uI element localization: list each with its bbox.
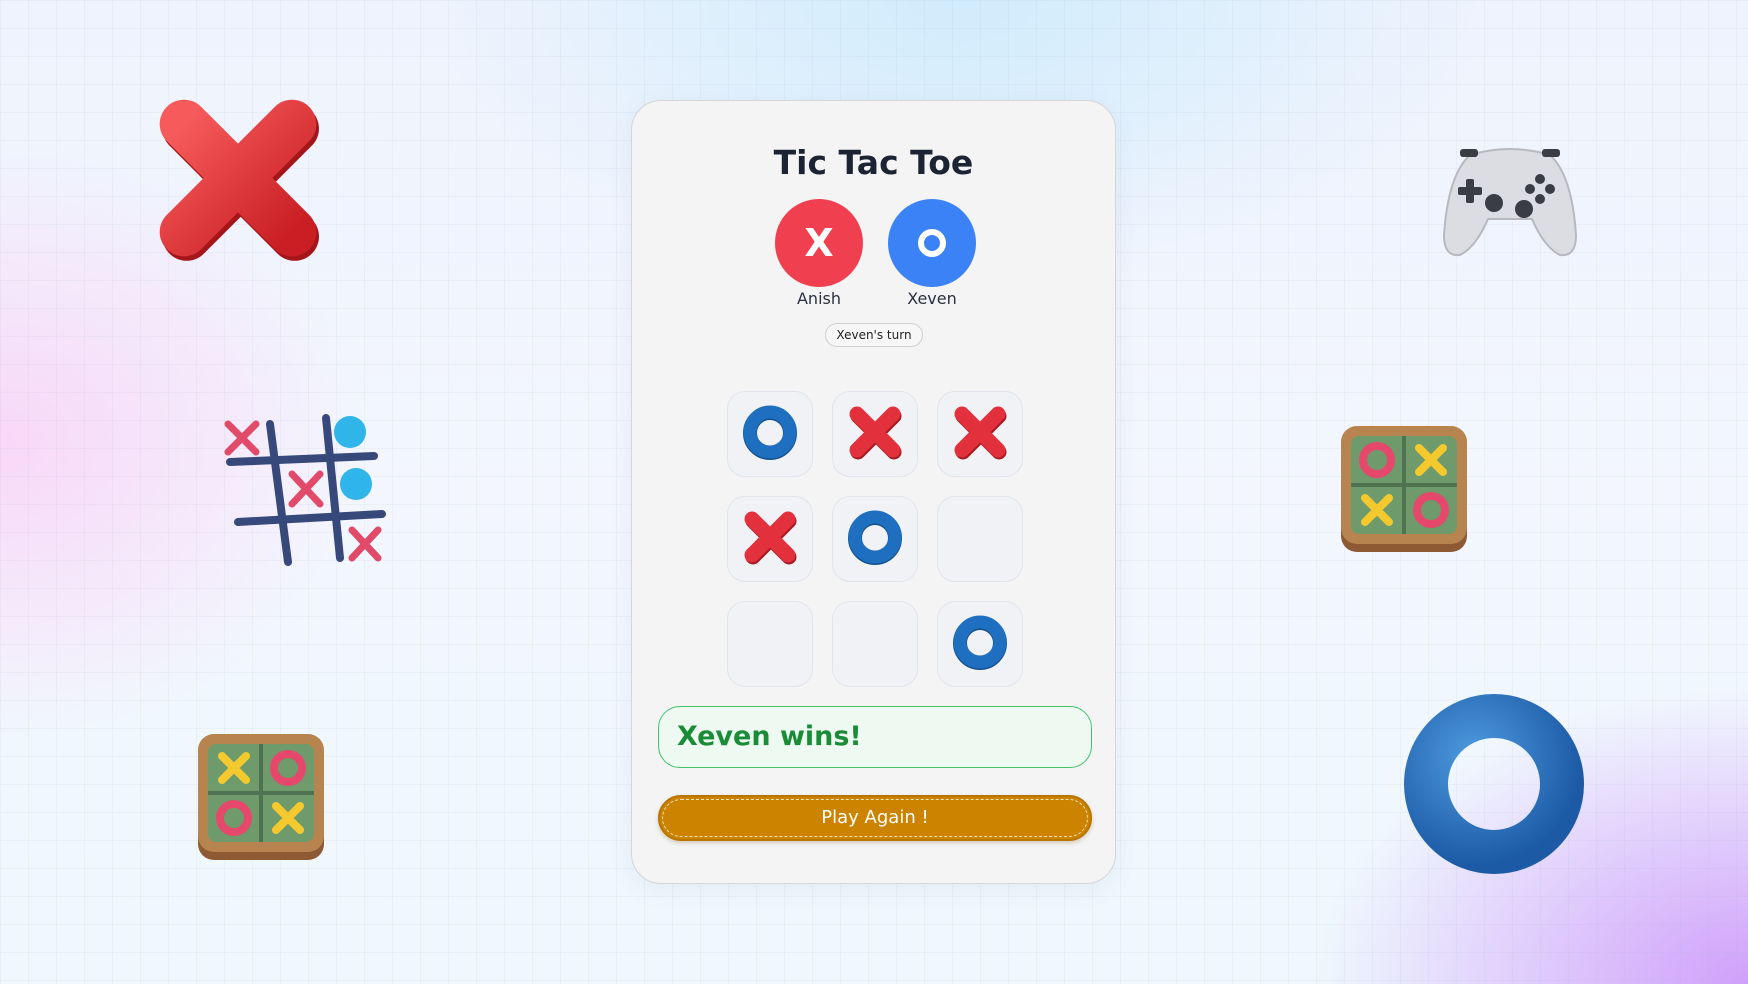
o-mark-icon	[948, 610, 1012, 678]
x-mark-icon	[843, 400, 907, 468]
player-x-name: Anish	[796, 289, 841, 308]
o-symbol-icon	[918, 229, 946, 257]
board-cell-empty[interactable]	[937, 496, 1023, 582]
page-title: Tic Tac Toe	[773, 143, 974, 182]
big-red-x-icon	[148, 88, 328, 272]
board-cell-o[interactable]	[832, 496, 918, 582]
blue-donut-icon	[1402, 692, 1586, 880]
board-cell-x[interactable]	[832, 391, 918, 477]
gamepad-icon	[1440, 135, 1580, 269]
player-x: X Anish	[775, 199, 863, 309]
board-cell-o[interactable]	[727, 391, 813, 477]
player-o: Xeven	[888, 199, 976, 309]
board-icon	[192, 730, 330, 870]
board-cell-o[interactable]	[937, 601, 1023, 687]
game-board	[727, 391, 1023, 687]
play-again-button[interactable]: Play Again !	[658, 795, 1092, 841]
o-mark-icon	[843, 505, 907, 573]
x-mark-icon	[948, 400, 1012, 468]
win-message: Xeven wins!	[658, 706, 1092, 768]
player-o-name: Xeven	[907, 289, 957, 308]
board-cell-x[interactable]	[937, 391, 1023, 477]
tictactoe-grid-icon	[222, 412, 392, 576]
player-x-symbol: X	[804, 221, 834, 265]
player-o-avatar	[888, 199, 976, 287]
x-mark-icon	[738, 505, 802, 573]
board-cell-x[interactable]	[727, 496, 813, 582]
board-cell-empty[interactable]	[727, 601, 813, 687]
game-card: Tic Tac Toe X Anish Xeven Xeven's turn X…	[631, 100, 1116, 884]
turn-indicator: Xeven's turn	[825, 323, 923, 347]
o-mark-icon	[738, 400, 802, 468]
board-cell-empty[interactable]	[832, 601, 918, 687]
player-x-avatar: X	[775, 199, 863, 287]
board-icon	[1335, 422, 1473, 562]
